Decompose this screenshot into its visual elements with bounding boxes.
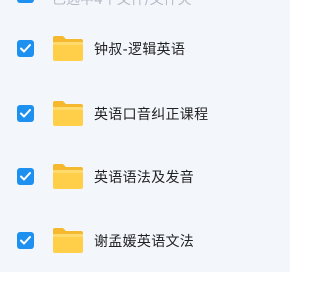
file-row[interactable]: 谢孟媛英语文法: [0, 210, 290, 272]
folder-name[interactable]: 英语语法及发音: [94, 167, 194, 187]
folder-name[interactable]: 钟叔-逻辑英语: [94, 39, 185, 59]
file-row[interactable]: 英语语法及发音: [0, 146, 290, 208]
selection-summary: 已选中4个文件/文件夹: [52, 0, 192, 8]
folder-icon: [53, 164, 83, 189]
select-all-checkbox[interactable]: [17, 0, 34, 3]
row-checkbox[interactable]: [17, 232, 34, 249]
row-checkbox[interactable]: [17, 105, 34, 122]
folder-icon: [53, 101, 83, 126]
folder-icon: [53, 36, 83, 61]
folder-name[interactable]: 英语口音纠正课程: [94, 104, 208, 124]
check-icon: [20, 44, 31, 53]
folder-name[interactable]: 谢孟媛英语文法: [94, 231, 194, 251]
file-row[interactable]: 钟叔-逻辑英语: [0, 18, 290, 80]
row-checkbox[interactable]: [17, 168, 34, 185]
check-icon: [20, 172, 31, 181]
check-icon: [20, 236, 31, 245]
file-list-panel: 已选中4个文件/文件夹 钟叔-逻辑英语 英语口音纠正课程 英语语法及发音 谢孟媛…: [0, 0, 290, 272]
row-checkbox[interactable]: [17, 40, 34, 57]
folder-icon: [53, 228, 83, 253]
file-row[interactable]: 英语口音纠正课程: [0, 83, 290, 145]
check-icon: [20, 109, 31, 118]
selection-header: 已选中4个文件/文件夹: [0, 0, 290, 8]
